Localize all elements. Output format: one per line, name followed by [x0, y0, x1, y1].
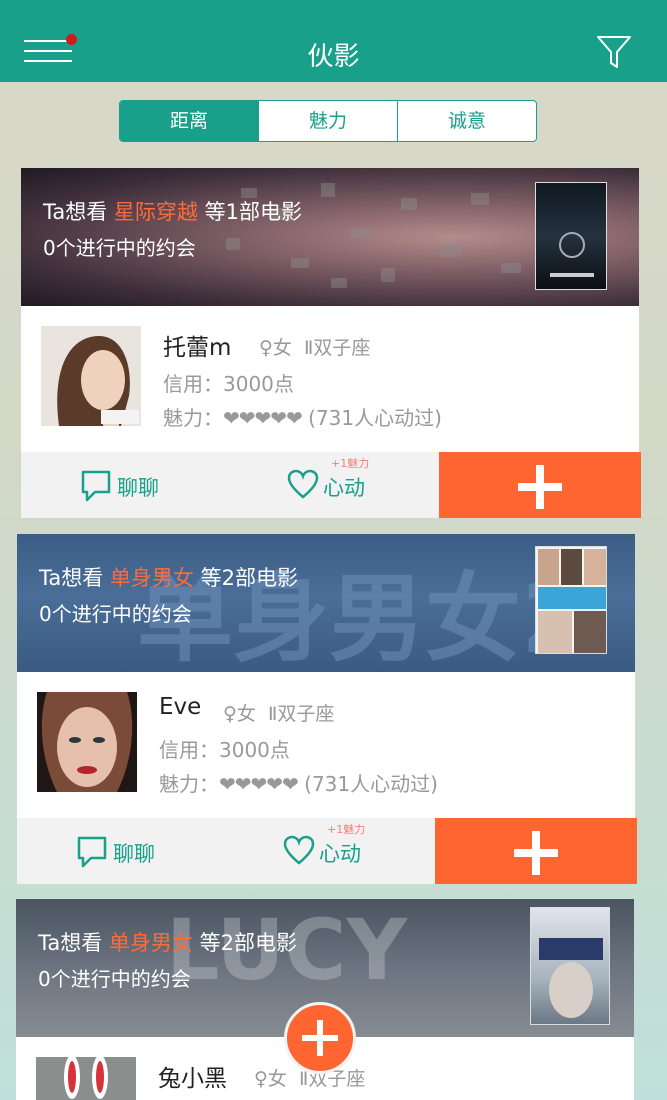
- avatar[interactable]: [41, 326, 141, 426]
- poster-art: [538, 549, 606, 653]
- wish-suffix: 等2部电影: [192, 931, 297, 955]
- movie-poster[interactable]: [535, 182, 607, 290]
- user-card: 单身男女2 Ta想看 单身男女 等2部电影 0个进行中的约会 Eve ♀女 Ⅱ双…: [17, 534, 637, 884]
- gender-zodiac: ♀女 Ⅱ双子座: [259, 333, 370, 360]
- add-date-button[interactable]: [439, 452, 641, 518]
- charm-text: 魅力：❤❤❤❤❤ (731人心动过): [163, 402, 442, 431]
- avatar-image: [64, 1057, 108, 1099]
- floating-add-button[interactable]: [284, 1002, 356, 1074]
- credit-text: 信用：3000点: [163, 372, 294, 396]
- plus-icon: [302, 1020, 338, 1056]
- avatar-image: [57, 336, 139, 426]
- chat-icon: [77, 836, 107, 868]
- dates-text: 0个进行中的约会: [43, 236, 196, 260]
- dates-text: 0个进行中的约会: [39, 602, 192, 626]
- gender-label: ♀女: [259, 337, 292, 359]
- charm-count: (731人心动过): [297, 772, 438, 796]
- wish-prefix: Ta想看: [39, 566, 110, 590]
- poster-art: [550, 232, 594, 277]
- chat-icon: [81, 470, 111, 502]
- heart-rating: ❤❤❤❤❤: [219, 772, 299, 796]
- filter-icon: [597, 36, 631, 68]
- chat-label: 聊聊: [117, 476, 159, 500]
- charm-label: 魅力：: [163, 406, 223, 430]
- chat-label: 聊聊: [113, 842, 155, 866]
- movie-banner[interactable]: 单身男女2 Ta想看 单身男女 等2部电影 0个进行中的约会: [17, 534, 635, 672]
- charm-bonus-label: +1魅力: [331, 457, 370, 470]
- tab-distance[interactable]: 距离: [120, 101, 259, 141]
- poster-art: [539, 938, 603, 1018]
- wish-suffix: 等1部电影: [197, 200, 302, 224]
- movie-poster[interactable]: [530, 907, 610, 1025]
- gender-label: ♀女: [254, 1068, 287, 1090]
- card-actions: 聊聊 +1魅力 心动: [17, 818, 637, 884]
- charm-label: 魅力：: [159, 772, 219, 796]
- tab-sincerity[interactable]: 诚意: [398, 101, 536, 141]
- user-info[interactable]: 托蕾m ♀女 Ⅱ双子座 信用：3000点 魅力：❤❤❤❤❤ (731人心动过): [21, 306, 639, 452]
- heart-icon: [287, 469, 319, 499]
- wish-text: Ta想看 单身男女 等2部电影: [38, 927, 297, 957]
- movie-poster[interactable]: [535, 546, 607, 654]
- app-title: 伙影: [307, 42, 360, 72]
- like-button[interactable]: +1魅力 心动: [227, 818, 435, 884]
- like-label: 心动: [319, 842, 361, 866]
- charm-count: (731人心动过): [301, 406, 442, 430]
- wish-prefix: Ta想看: [43, 200, 114, 224]
- sort-tabs: 距离 魅力 诚意: [119, 100, 537, 142]
- zodiac-label: Ⅱ双子座: [304, 337, 371, 359]
- card-actions: 聊聊 +1魅力 心动: [21, 452, 641, 518]
- gender-label: ♀女: [223, 703, 256, 725]
- heart-rating: ❤❤❤❤❤: [223, 406, 303, 430]
- wish-prefix: Ta想看: [38, 931, 109, 955]
- avatar[interactable]: [37, 692, 137, 792]
- charm-bonus-label: +1魅力: [327, 823, 366, 836]
- tab-charm[interactable]: 魅力: [259, 101, 398, 141]
- movie-banner[interactable]: Ta想看 星际穿越 等1部电影 0个进行中的约会: [21, 168, 639, 306]
- chat-button[interactable]: 聊聊: [17, 818, 227, 884]
- wish-text: Ta想看 星际穿越 等1部电影: [43, 196, 302, 226]
- filter-button[interactable]: [596, 34, 632, 70]
- charm-text: 魅力：❤❤❤❤❤ (731人心动过): [159, 768, 438, 797]
- gender-zodiac: ♀女 Ⅱ双子座: [223, 699, 334, 726]
- user-card: Ta想看 星际穿越 等1部电影 0个进行中的约会 托蕾m ♀女 Ⅱ双子座 信用：…: [21, 168, 641, 518]
- movie-name[interactable]: 单身男女: [109, 931, 193, 955]
- user-name: 兔小黑: [158, 1066, 227, 1092]
- avatar[interactable]: [36, 1057, 136, 1100]
- user-name: 托蕾m: [163, 335, 232, 361]
- chat-button[interactable]: 聊聊: [21, 452, 231, 518]
- movie-name[interactable]: 星际穿越: [114, 200, 198, 224]
- plus-icon: [514, 831, 558, 875]
- add-date-button[interactable]: [435, 818, 637, 884]
- plus-icon: [518, 465, 562, 509]
- user-info[interactable]: Eve ♀女 Ⅱ双子座 信用：3000点 魅力：❤❤❤❤❤ (731人心动过): [17, 672, 635, 818]
- credit-text: 信用：3000点: [159, 738, 290, 762]
- like-button[interactable]: +1魅力 心动: [231, 452, 439, 518]
- avatar-image: [41, 692, 133, 792]
- wish-suffix: 等2部电影: [193, 566, 298, 590]
- zodiac-label: Ⅱ双子座: [268, 703, 335, 725]
- heart-icon: [283, 835, 315, 865]
- movie-name[interactable]: 单身男女: [110, 566, 194, 590]
- dates-text: 0个进行中的约会: [38, 967, 191, 991]
- wish-text: Ta想看 单身男女 等2部电影: [39, 562, 298, 592]
- top-bar: 伙影: [0, 0, 667, 82]
- like-label: 心动: [323, 476, 365, 500]
- user-name: Eve: [159, 694, 202, 720]
